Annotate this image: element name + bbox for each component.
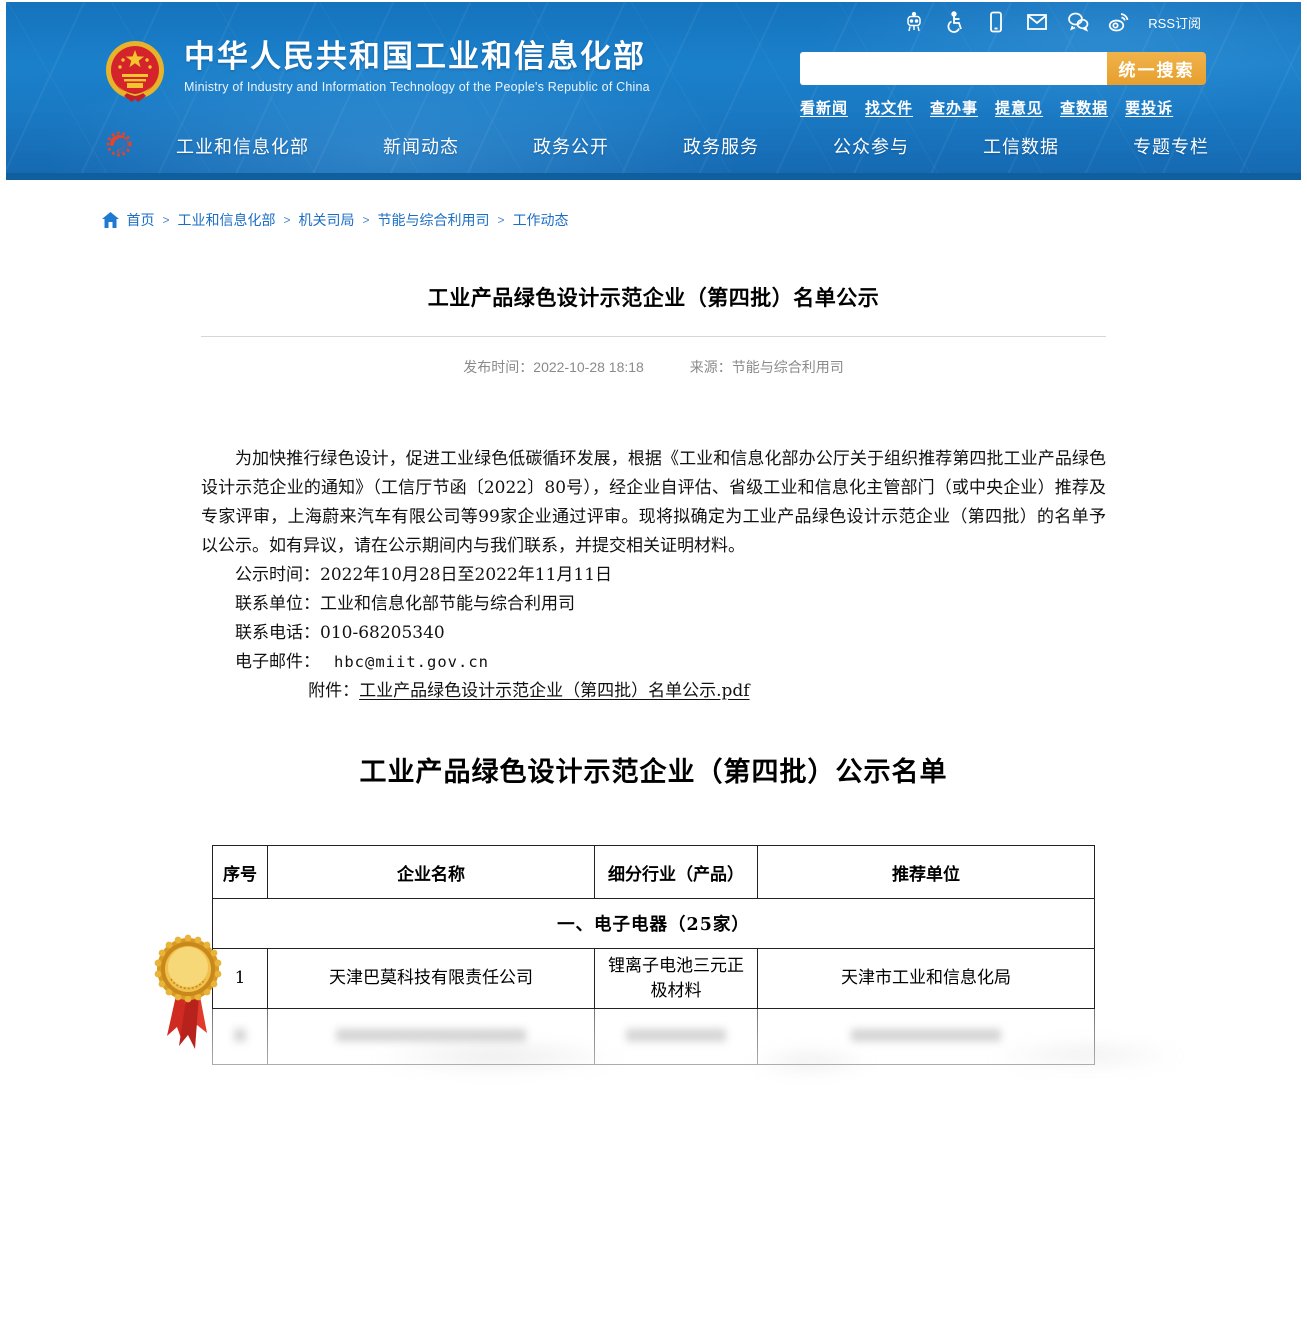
blurred-cell-content [851, 1029, 1001, 1042]
table-header-row: 序号 企业名称 细分行业（产品） 推荐单位 [213, 846, 1095, 899]
attachment-line: 附件：工业产品绿色设计示范企业（第四批）名单公示.pdf [201, 677, 1106, 706]
site-subtitle: Ministry of Industry and Information Tec… [184, 80, 650, 94]
breadcrumb-energy-dept[interactable]: 节能与综合利用司 [378, 210, 490, 230]
miit-e-logo-icon [104, 128, 136, 160]
cell-recommender: 天津市工业和信息化局 [758, 949, 1095, 1009]
quick-links: 看新闻 找文件 查办事 提意见 查数据 要投诉 [800, 97, 1206, 118]
breadcrumb-work-updates[interactable]: 工作动态 [513, 210, 569, 230]
lead-paragraph: 为加快推行绿色设计，促进工业绿色低碳循环发展，根据《工业和信息化部办公厅关于组织… [201, 445, 1106, 561]
breadcrumb-miit[interactable]: 工业和信息化部 [178, 210, 276, 230]
table-zone: 序号 企业名称 细分行业（产品） 推荐单位 一、电子电器（25家） 1 天津巴莫… [201, 845, 1106, 1065]
nav-item-miit[interactable]: 工业和信息化部 [176, 133, 309, 159]
nav-item-topics[interactable]: 专题专栏 [1133, 133, 1209, 159]
article-body: 为加快推行绿色设计，促进工业绿色低碳循环发展，根据《工业和信息化部办公厅关于组织… [201, 445, 1106, 706]
breadcrumb-separator: > [363, 213, 370, 227]
document-title: 工业产品绿色设计示范企业（第四批）公示名单 [201, 750, 1106, 789]
breadcrumb-separator: > [498, 213, 505, 227]
weibo-icon[interactable] [1107, 10, 1131, 34]
table-row: 1 天津巴莫科技有限责任公司 锂离子电池三元正极材料 天津市工业和信息化局 [213, 949, 1095, 1009]
embedded-document: 工业产品绿色设计示范企业（第四批）公示名单 序号 企业名称 细分行业（产品） 推… [201, 750, 1106, 1065]
accessibility-icon[interactable] [943, 10, 967, 34]
table-section-row: 一、电子电器（25家） [213, 899, 1095, 949]
gold-medal-ribbon-icon [149, 931, 227, 1059]
search-input[interactable] [800, 52, 1107, 85]
cell-industry: 锂离子电池三元正极材料 [595, 949, 758, 1009]
mail-icon[interactable] [1025, 10, 1049, 34]
blurred-cell-content [336, 1029, 526, 1042]
quick-link-complaint[interactable]: 要投诉 [1125, 97, 1173, 118]
breadcrumb-separator: > [163, 213, 170, 227]
site-title: 中华人民共和国工业和信息化部 [184, 38, 650, 76]
email-label: 电子邮件： [235, 652, 320, 672]
section-label: 一、电子电器（25家） [213, 899, 1095, 949]
title-divider [201, 336, 1106, 337]
email-line: 电子邮件： hbc@miit.gov.cn [201, 648, 1106, 677]
col-header-recommender: 推荐单位 [758, 846, 1095, 899]
topbar: RSS订阅 [902, 10, 1201, 34]
nav-item-data[interactable]: 工信数据 [983, 133, 1059, 159]
company-list-table: 序号 企业名称 细分行业（产品） 推荐单位 一、电子电器（25家） 1 天津巴莫… [212, 845, 1095, 1065]
unified-search-button[interactable]: 统一搜索 [1107, 52, 1206, 85]
national-emblem-logo [104, 38, 166, 110]
nav-item-news[interactable]: 新闻动态 [383, 133, 459, 159]
table-row-blurred [213, 1009, 1095, 1065]
quick-link-data[interactable]: 查数据 [1060, 97, 1108, 118]
nav-items: 工业和信息化部 新闻动态 政务公开 政务服务 公众参与 工信数据 专题专栏 [176, 122, 1209, 170]
nav-item-participation[interactable]: 公众参与 [833, 133, 909, 159]
col-header-industry: 细分行业（产品） [595, 846, 758, 899]
breadcrumb-home[interactable]: 首页 [127, 210, 155, 230]
home-icon[interactable] [102, 212, 119, 228]
attachment-label: 附件： [308, 681, 359, 701]
breadcrumb: 首页 > 工业和信息化部 > 机关司局 > 节能与综合利用司 > 工作动态 [102, 180, 1206, 230]
contact-unit-line: 联系单位：工业和信息化部节能与综合利用司 [201, 590, 1106, 619]
contact-phone-line: 联系电话：010-68205340 [201, 619, 1106, 648]
brand: 中华人民共和国工业和信息化部 Ministry of Industry and … [104, 38, 650, 110]
quick-link-news[interactable]: 看新闻 [800, 97, 848, 118]
publicity-period-line: 公示时间：2022年10月28日至2022年11月11日 [201, 561, 1106, 590]
quick-link-files[interactable]: 找文件 [865, 97, 913, 118]
search-zone: 统一搜索 看新闻 找文件 查办事 提意见 查数据 要投诉 [800, 52, 1206, 118]
breadcrumb-departments[interactable]: 机关司局 [299, 210, 355, 230]
nav-item-gov-open[interactable]: 政务公开 [533, 133, 609, 159]
article: 工业产品绿色设计示范企业（第四批）名单公示 发布时间：2022-10-28 18… [201, 282, 1106, 706]
blurred-cell-content [234, 1029, 246, 1042]
attachment-pdf-link[interactable]: 工业产品绿色设计示范企业（第四批）名单公示.pdf [359, 681, 749, 701]
blurred-cell-content [626, 1029, 726, 1042]
cell-company: 天津巴莫科技有限责任公司 [268, 949, 595, 1009]
col-header-index: 序号 [213, 846, 268, 899]
mobile-icon[interactable] [984, 10, 1008, 34]
article-meta: 发布时间：2022-10-28 18:18 来源：节能与综合利用司 [201, 357, 1106, 377]
wechat-icon[interactable] [1066, 10, 1090, 34]
site-header: RSS订阅 中华人民共和国工业和信息化部 Ministry of Industr… [6, 2, 1301, 180]
email-value: hbc@miit.gov.cn [334, 653, 489, 671]
breadcrumb-separator: > [284, 213, 291, 227]
quick-link-feedback[interactable]: 提意见 [995, 97, 1043, 118]
col-header-company: 企业名称 [268, 846, 595, 899]
rss-link[interactable]: RSS订阅 [1148, 13, 1201, 32]
publish-time: 发布时间：2022-10-28 18:18 [463, 359, 644, 375]
nav-item-gov-service[interactable]: 政务服务 [683, 133, 759, 159]
source: 来源：节能与综合利用司 [690, 359, 844, 375]
article-title: 工业产品绿色设计示范企业（第四批）名单公示 [201, 282, 1106, 312]
main-navigation: 工业和信息化部 新闻动态 政务公开 政务服务 公众参与 工信数据 专题专栏 [6, 122, 1301, 170]
mascot-robot-icon[interactable] [902, 10, 926, 34]
quick-link-services[interactable]: 查办事 [930, 97, 978, 118]
